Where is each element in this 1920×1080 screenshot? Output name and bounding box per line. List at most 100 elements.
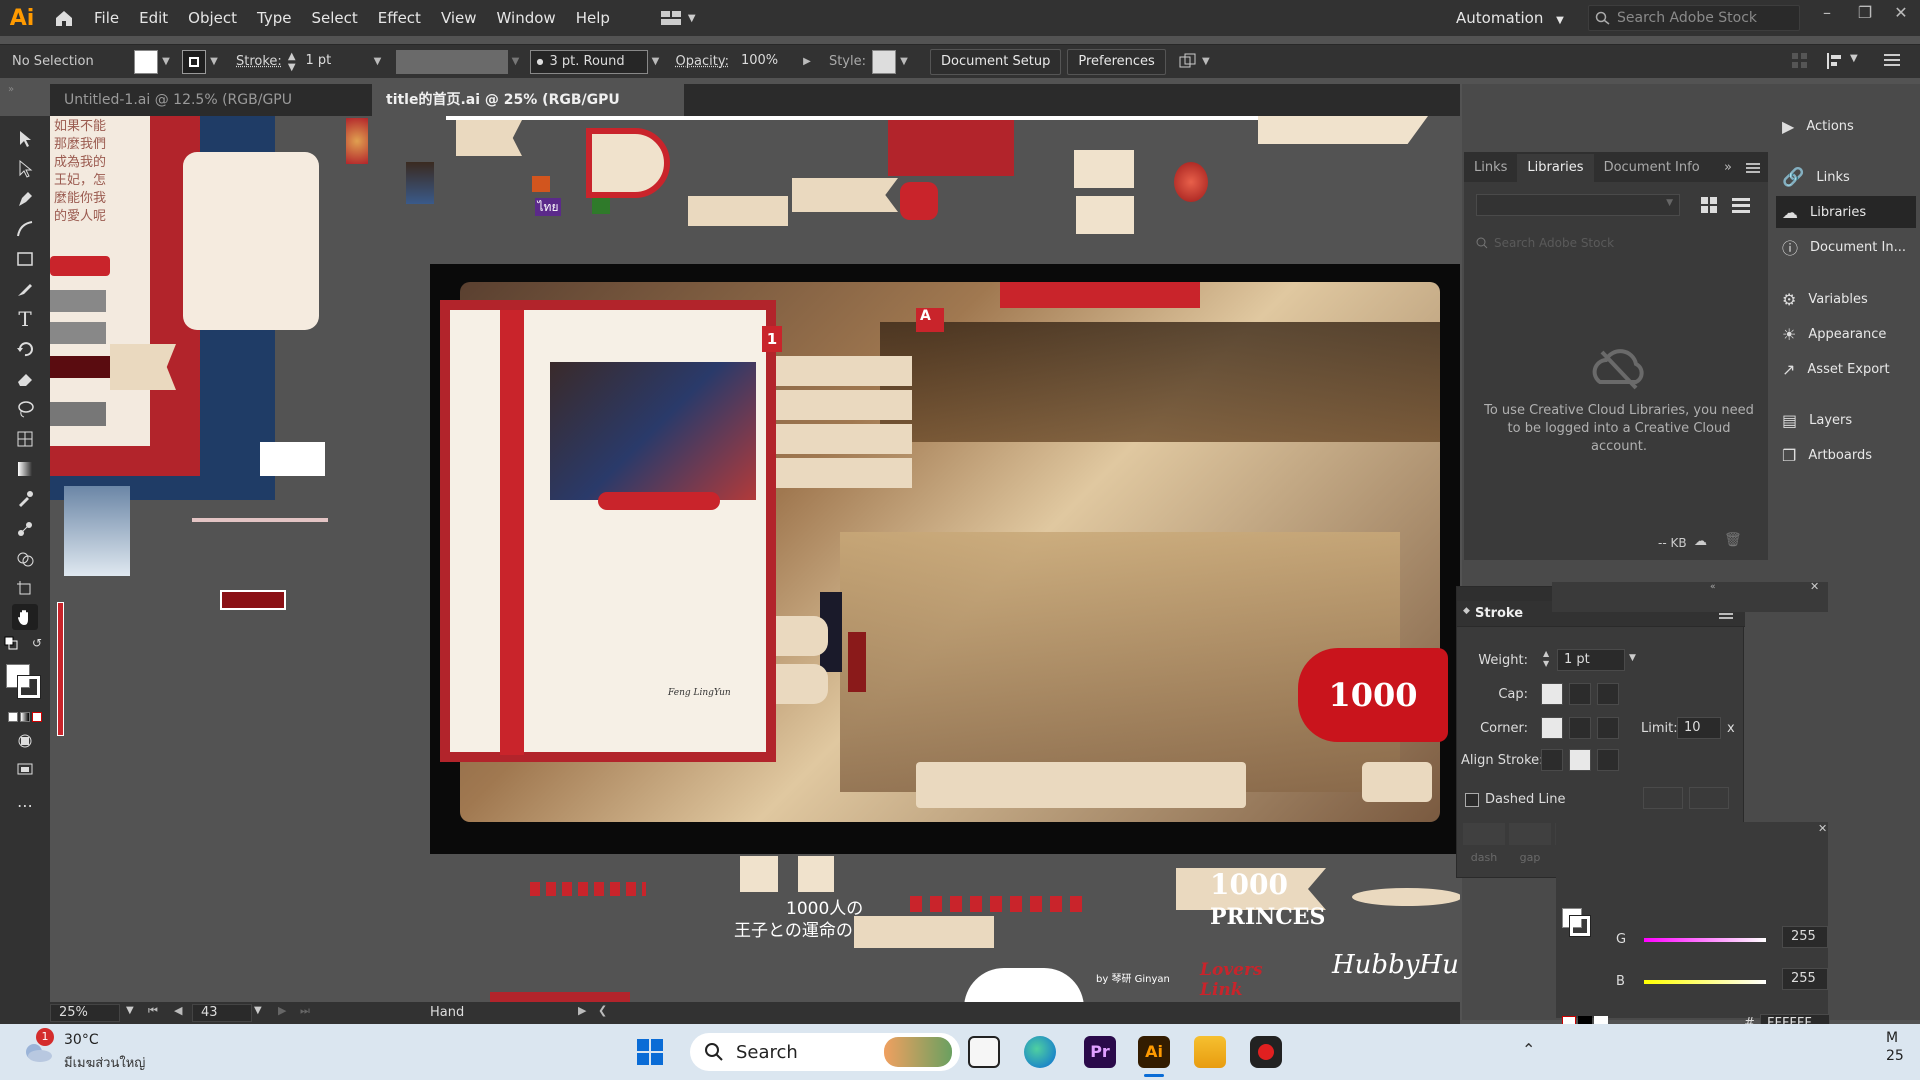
document-setup-button[interactable]: Document Setup [930,48,1062,75]
icon-strip-art[interactable] [910,896,1090,912]
panel-layout-icon[interactable] [1790,51,1810,71]
chevron-down-icon[interactable]: ▼ [1629,653,1636,663]
expand-icon[interactable]: ◆ [1463,606,1470,616]
artboard-number-field[interactable]: 43 [192,1004,252,1022]
blend-tool-icon[interactable] [12,516,38,542]
edge-icon[interactable] [1024,1036,1056,1068]
g-value-field[interactable]: 255 [1782,926,1828,948]
panel-menu-icon[interactable] [1746,162,1760,174]
butt-cap-button[interactable] [1541,683,1563,705]
status-menu-icon[interactable]: ▶ [578,1004,586,1017]
collapse-icon[interactable]: « [1710,582,1716,592]
list-view-icon[interactable] [1732,196,1750,214]
red-lantern-art[interactable] [1174,162,1208,202]
scroll-left-icon[interactable]: ❮ [598,1004,607,1017]
menu-select[interactable]: Select [301,0,367,36]
dock-appearance[interactable]: ☀ Appearance [1776,318,1916,350]
red-pill-art[interactable] [220,590,286,610]
red-bar-art[interactable] [490,992,630,1002]
menu-help[interactable]: Help [566,0,620,36]
gap-field[interactable] [1509,823,1551,845]
opacity-label[interactable]: Opacity: [676,54,729,69]
more-tabs-icon[interactable]: » [1724,154,1732,182]
file-explorer-icon[interactable] [1194,1036,1226,1068]
b-value-field[interactable]: 255 [1782,968,1828,990]
hubbyhub-logo[interactable]: HubbyHub [1332,950,1460,980]
chevron-down-icon[interactable]: ▼ [158,56,174,67]
prev-artboard-icon[interactable]: ◀ [174,1004,182,1017]
workspace-switcher[interactable]: Automation ▼ [1456,0,1564,36]
tab-title-homepage[interactable]: title的首页.ai @ 25% (RGB/GPU Preview) × [372,84,684,140]
tab-links[interactable]: Links [1464,154,1517,182]
mesh-tool-icon[interactable] [12,426,38,452]
close-icon[interactable]: ✕ [1888,0,1914,26]
stroke-color-swatch[interactable] [17,675,41,699]
brush-definition[interactable]: ● 3 pt. Round [529,49,648,74]
main-artboard[interactable]: 1 Feng LingYun A 1000 [430,264,1460,854]
g-slider[interactable] [1644,938,1766,942]
menu-file[interactable]: File [84,0,129,36]
scroll-banner-art[interactable] [1352,888,1460,906]
thai-flag-art[interactable]: ไทย [535,198,561,216]
red-panel-art[interactable] [888,116,1014,176]
shape-builder-tool-icon[interactable] [12,546,38,572]
tab-untitled-1[interactable]: Untitled-1.ai @ 12.5% (RGB/GPU Preview) … [50,84,368,140]
chevron-right-icon[interactable]: ▶ [799,56,815,67]
limit-field[interactable]: 10 [1677,717,1721,739]
library-search-input[interactable]: Search Adobe Stock [1476,232,1758,254]
hand-tool-icon[interactable] [12,604,38,630]
task-view-icon[interactable] [968,1036,1000,1068]
logo-1000-text[interactable]: 1000 [1210,868,1300,901]
weight-field[interactable]: 1 pt [1557,649,1625,671]
collapse-icon[interactable]: » [8,84,14,95]
title-plate-art[interactable] [854,916,994,948]
ornament-art[interactable] [346,118,368,164]
align-center-button[interactable] [1541,749,1563,771]
gradient-tool-icon[interactable] [12,456,38,482]
menu-edit[interactable]: Edit [129,0,178,36]
draw-mode-icon[interactable] [12,728,38,754]
recorder-icon[interactable] [1250,1036,1282,1068]
home-icon[interactable] [44,0,84,36]
opacity-field[interactable]: 100% [735,50,799,74]
dashed-line-checkbox[interactable] [1465,793,1479,807]
logo-princes-text[interactable]: PRINCES [1210,904,1330,930]
dash-align-button[interactable] [1689,787,1729,809]
menu-window[interactable]: Window [487,0,566,36]
ribbon-art[interactable] [1258,116,1428,144]
blank-card-art[interactable] [183,152,319,330]
stroke-swatch[interactable] [182,49,206,74]
chevron-down-icon[interactable]: ▼ [370,56,386,67]
bevel-join-button[interactable] [1597,717,1619,739]
miter-join-button[interactable] [1541,717,1563,739]
illustrator-taskbar-icon[interactable]: Ai [1138,1036,1170,1068]
stock-search-input[interactable]: Search Adobe Stock [1588,5,1800,31]
zoom-field[interactable]: 25% [50,1004,120,1022]
start-button[interactable] [636,1038,664,1066]
rotate-tool-icon[interactable] [12,336,38,362]
b-slider[interactable] [1644,980,1766,984]
next-artboard-icon[interactable]: ▶ [278,1004,286,1017]
grid-view-icon[interactable] [1700,196,1718,214]
fill-swatch[interactable] [134,49,158,74]
chevron-down-icon[interactable]: ▼ [896,56,912,67]
stroke-color-swatch[interactable] [1569,915,1591,937]
lovers-link-logo[interactable]: Lovers Link [1200,960,1296,1000]
hamburger-menu-icon[interactable] [1884,53,1900,67]
book-card-art[interactable] [1076,196,1134,234]
type-tool-icon[interactable]: T [12,306,38,332]
red-strip-art[interactable] [57,602,64,736]
round-join-button[interactable] [1569,717,1591,739]
orange-square-art[interactable] [532,176,550,192]
curvature-tool-icon[interactable] [12,216,38,242]
chevron-down-icon[interactable]: ▼ [648,56,664,67]
artboard-tool-icon[interactable] [12,576,38,602]
dash-field[interactable] [1463,823,1505,845]
book-icon-art[interactable] [798,856,834,892]
gradient-mode-icon[interactable] [20,712,30,722]
align-inside-button[interactable] [1569,749,1591,771]
sync-icon[interactable]: ☁ [1694,534,1707,549]
more-tools-icon[interactable]: ⋯ [12,792,38,818]
taskbar-search[interactable]: Search [690,1033,960,1071]
close-panel-icon[interactable]: ✕ [1810,580,1819,593]
